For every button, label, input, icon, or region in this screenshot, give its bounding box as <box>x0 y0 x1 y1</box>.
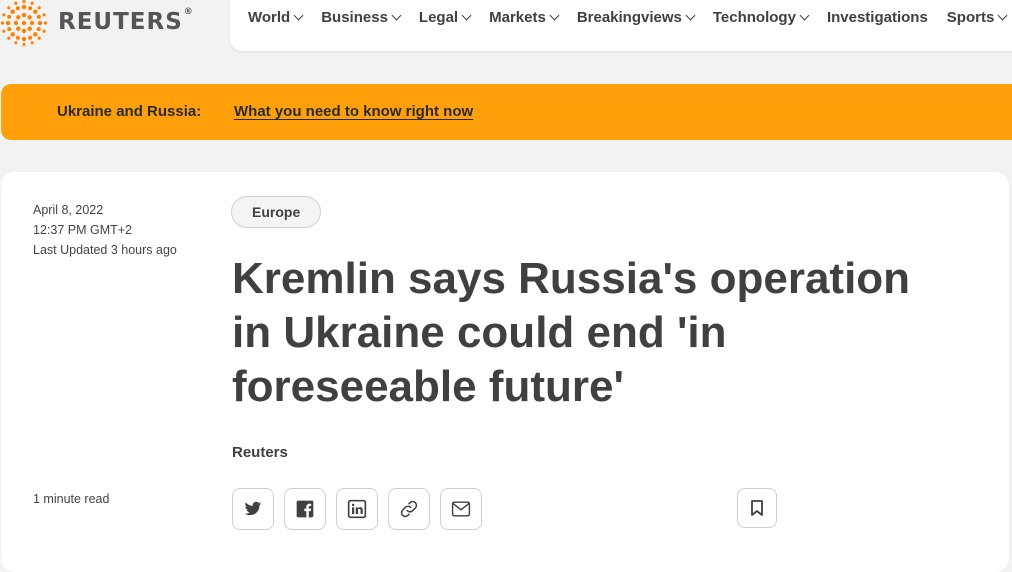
chevron-down-icon <box>549 10 560 21</box>
nav-item-label: Investigations <box>826 9 928 26</box>
nav-item-label: Business <box>321 9 388 26</box>
breaking-banner: Ukraine and Russia: What you need to kno… <box>1 84 1012 140</box>
copy-link-button[interactable] <box>388 488 430 530</box>
chevron-down-icon <box>293 10 304 21</box>
section-tag[interactable]: Europe <box>231 196 322 228</box>
twitter-icon <box>244 501 262 516</box>
nav-item-technology[interactable]: Technology <box>712 9 810 26</box>
nav-item-label: World <box>248 9 291 26</box>
nav-item-business[interactable]: Business <box>321 9 402 26</box>
link-icon <box>400 500 418 518</box>
article-time: 12:37 PM GMT+2 <box>33 223 132 237</box>
nav-item-label: Markets <box>489 9 546 26</box>
bookmark-icon <box>751 500 763 516</box>
brand-registered-mark: ® <box>183 7 194 17</box>
chevron-down-icon <box>685 10 696 21</box>
nav-item-breakingviews[interactable]: Breakingviews <box>576 9 696 26</box>
share-facebook-button[interactable] <box>284 488 326 530</box>
nav-item-world[interactable]: World <box>248 9 304 26</box>
share-twitter-button[interactable] <box>232 488 274 530</box>
nav-item-label: Legal <box>418 9 459 26</box>
nav-item-markets[interactable]: Markets <box>489 9 560 26</box>
chevron-down-icon <box>391 10 402 21</box>
brand-name: REUTERS® <box>58 7 194 35</box>
article-last-updated: Last Updated 3 hours ago <box>33 243 177 257</box>
share-email-button[interactable] <box>440 488 482 530</box>
article-date: April 8, 2022 <box>33 203 104 217</box>
reuters-logo-icon <box>0 0 48 46</box>
main-nav: World Business Legal Markets Breakingvie… <box>230 0 1012 51</box>
reuters-logo[interactable]: REUTERS® <box>0 0 194 46</box>
banner-label: Ukraine and Russia: <box>57 103 202 120</box>
read-time: 1 minute read <box>33 492 110 506</box>
nav-item-label: Technology <box>712 9 796 26</box>
chevron-down-icon <box>997 10 1008 21</box>
article-byline[interactable]: Reuters <box>232 444 288 461</box>
article-meta: April 8, 2022 12:37 PM GMT+2 Last Update… <box>33 200 177 260</box>
nav-item-investigations[interactable]: Investigations <box>827 9 928 26</box>
nav-item-label: Sports <box>946 9 995 26</box>
share-bar <box>232 488 492 530</box>
nav-item-legal[interactable]: Legal <box>418 9 472 26</box>
banner-link[interactable]: What you need to know right now <box>234 103 473 120</box>
bookmark-button[interactable] <box>737 488 777 528</box>
nav-item-sports[interactable]: Sports <box>946 9 1008 26</box>
article-header-card: April 8, 2022 12:37 PM GMT+2 Last Update… <box>1 172 1009 572</box>
facebook-icon <box>296 500 314 518</box>
chevron-down-icon <box>799 10 810 21</box>
nav-item-label: Breakingviews <box>576 9 682 26</box>
article-headline: Kremlin says Russia's operation in Ukrai… <box>232 254 911 411</box>
share-linkedin-button[interactable] <box>336 488 378 530</box>
email-icon <box>451 501 471 517</box>
linkedin-icon <box>347 499 367 519</box>
chevron-down-icon <box>461 10 472 21</box>
